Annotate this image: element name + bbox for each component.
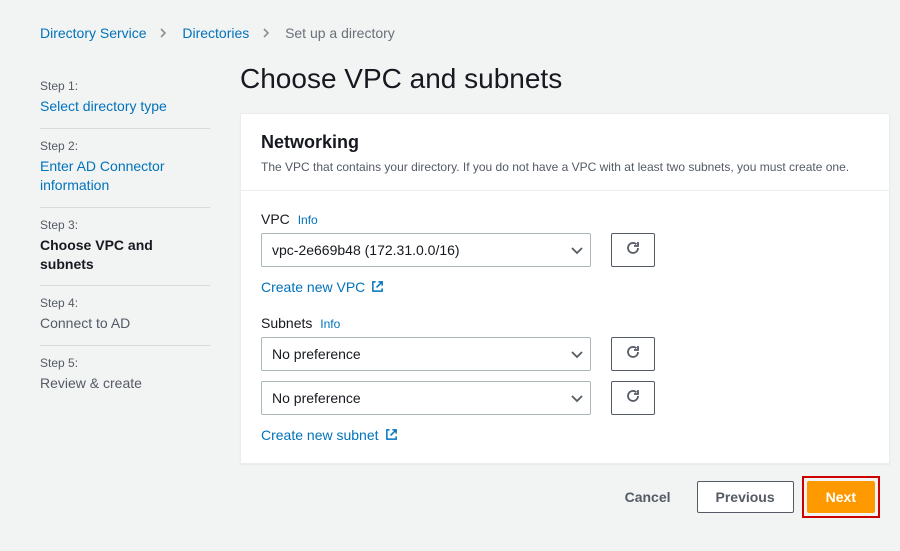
breadcrumb-directories[interactable]: Directories [182,25,249,41]
wizard-steps: Step 1: Select directory type Step 2: En… [40,63,210,518]
step-2-label: Step 2: [40,139,210,153]
subnets-info-link[interactable]: Info [320,317,340,331]
subnets-label: Subnets [261,315,312,331]
step-5: Step 5: Review & create [40,346,210,405]
networking-heading: Networking [261,132,869,153]
subnet-2-select-value: No preference [272,390,361,406]
next-button[interactable]: Next [807,481,875,513]
step-3-label: Step 3: [40,218,210,232]
step-4-link: Connect to AD [40,314,210,333]
step-4: Step 4: Connect to AD [40,286,210,346]
subnet-2-refresh-button[interactable] [611,381,655,415]
vpc-label: VPC [261,211,290,227]
step-5-label: Step 5: [40,356,210,370]
external-link-icon [371,280,384,293]
previous-button[interactable]: Previous [697,481,794,513]
step-3-link[interactable]: Choose VPC and subnets [40,236,210,274]
breadcrumb-directory-service[interactable]: Directory Service [40,25,147,41]
page-title: Choose VPC and subnets [240,63,890,95]
vpc-select[interactable]: vpc-2e669b48 (172.31.0.0/16) [261,233,591,267]
next-button-highlight: Next [802,476,880,518]
subnets-field: Subnets Info No preference [261,315,869,443]
vpc-info-link[interactable]: Info [298,213,318,227]
cancel-button[interactable]: Cancel [607,481,689,513]
vpc-select-value: vpc-2e669b48 (172.31.0.0/16) [272,242,460,258]
breadcrumb: Directory Service Directories Set up a d… [0,0,900,53]
networking-description: The VPC that contains your directory. If… [261,159,869,176]
external-link-icon [385,428,398,441]
subnet-2-select[interactable]: No preference [261,381,591,415]
step-5-link: Review & create [40,374,210,393]
subnet-1-select[interactable]: No preference [261,337,591,371]
step-2: Step 2: Enter AD Connector information [40,129,210,208]
refresh-icon [625,388,641,407]
create-subnet-label: Create new subnet [261,427,379,443]
step-2-link[interactable]: Enter AD Connector information [40,157,210,195]
breadcrumb-current: Set up a directory [285,25,395,41]
create-subnet-link[interactable]: Create new subnet [261,427,398,443]
step-1-label: Step 1: [40,79,210,93]
create-vpc-label: Create new VPC [261,279,365,295]
refresh-icon [625,344,641,363]
networking-card: Networking The VPC that contains your di… [240,113,890,464]
main-content: Choose VPC and subnets Networking The VP… [240,63,890,518]
vpc-field: VPC Info vpc-2e669b48 (172.31.0.0/16) [261,211,869,295]
step-1-link[interactable]: Select directory type [40,97,210,116]
subnet-1-refresh-button[interactable] [611,337,655,371]
chevron-right-icon [263,27,271,41]
vpc-refresh-button[interactable] [611,233,655,267]
subnet-1-select-value: No preference [272,346,361,362]
step-3: Step 3: Choose VPC and subnets [40,208,210,287]
chevron-right-icon [160,27,168,41]
create-vpc-link[interactable]: Create new VPC [261,279,384,295]
refresh-icon [625,240,641,259]
step-4-label: Step 4: [40,296,210,310]
wizard-footer: Cancel Previous Next [240,464,890,518]
step-1: Step 1: Select directory type [40,69,210,129]
